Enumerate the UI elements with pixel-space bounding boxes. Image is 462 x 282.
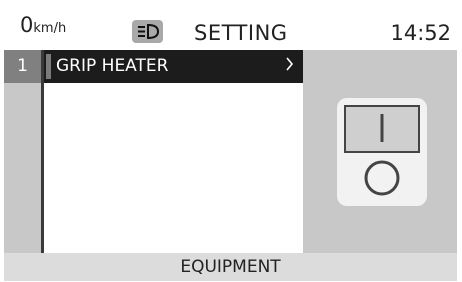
selection-indicator bbox=[46, 54, 51, 79]
menu-list: GRIP HEATER bbox=[44, 50, 303, 253]
page-title: SETTING bbox=[194, 21, 288, 45]
clock: 14:52 bbox=[390, 21, 451, 45]
chevron-right-icon bbox=[285, 55, 295, 78]
speed-value: 0 bbox=[20, 13, 34, 37]
display-screen: 0km/h SETTING 14:52 1 GRIP HEATER EQUIPM… bbox=[4, 4, 457, 281]
index-column: 1 bbox=[4, 50, 41, 253]
grip-heater-switch-icon bbox=[337, 98, 427, 206]
headlight-icon bbox=[132, 20, 163, 43]
preview-panel bbox=[303, 50, 457, 253]
footer-bar: EQUIPMENT bbox=[4, 253, 457, 281]
status-header: 0km/h SETTING 14:52 bbox=[4, 4, 457, 50]
footer-label: EQUIPMENT bbox=[180, 257, 281, 277]
item-index: 1 bbox=[4, 50, 41, 83]
menu-item-label: GRIP HEATER bbox=[56, 56, 169, 76]
speedometer: 0km/h bbox=[20, 13, 66, 37]
menu-item-grip-heater[interactable]: GRIP HEATER bbox=[44, 50, 303, 83]
speed-unit: km/h bbox=[33, 21, 67, 36]
